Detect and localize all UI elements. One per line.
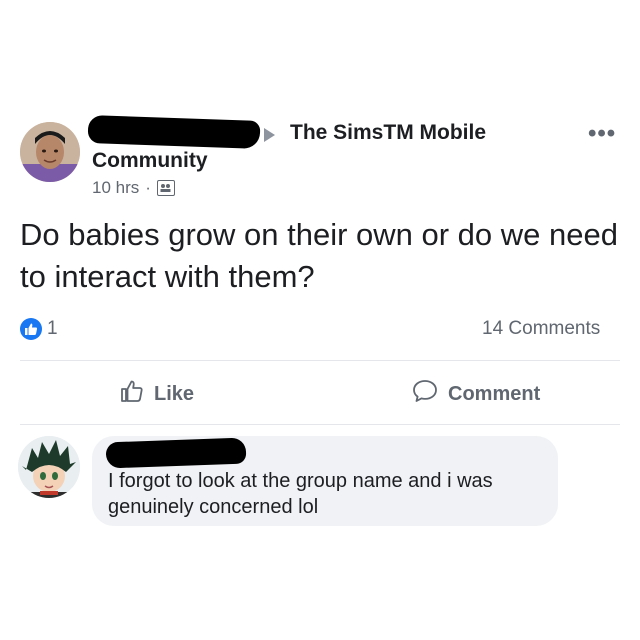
post-text: Do babies grow on their own or do we nee… bbox=[20, 217, 618, 294]
comment-button[interactable]: Comment bbox=[412, 378, 540, 410]
post-timestamp[interactable]: 10 hrs bbox=[92, 178, 139, 198]
group-name-link[interactable]: The SimsTM Mobile bbox=[290, 121, 486, 145]
commenter-avatar[interactable] bbox=[18, 436, 80, 498]
thumbs-up-icon bbox=[120, 379, 144, 409]
group-audience-icon bbox=[156, 180, 175, 196]
more-options-icon[interactable]: ••• bbox=[588, 122, 616, 146]
group-type-label[interactable]: Community bbox=[92, 149, 208, 173]
reaction-count[interactable]: 1 bbox=[47, 318, 58, 340]
poster-avatar[interactable] bbox=[20, 122, 80, 182]
like-button[interactable]: Like bbox=[120, 378, 194, 410]
comment-text: I forgot to look at the group name and i… bbox=[108, 470, 493, 518]
meta-separator: · bbox=[145, 178, 151, 197]
post-meta: 10 hrs · bbox=[92, 177, 175, 199]
redacted-commenter-name bbox=[105, 437, 247, 469]
like-reaction-icon[interactable] bbox=[20, 318, 42, 340]
redacted-poster-name bbox=[87, 115, 261, 149]
posted-to-arrow-icon bbox=[264, 128, 275, 142]
comments-count[interactable]: 14 Comments bbox=[482, 318, 600, 340]
comment-label: Comment bbox=[448, 382, 541, 405]
like-label: Like bbox=[154, 382, 195, 405]
comment-bubble-icon bbox=[412, 379, 438, 409]
divider bbox=[20, 360, 620, 361]
divider bbox=[20, 424, 620, 425]
